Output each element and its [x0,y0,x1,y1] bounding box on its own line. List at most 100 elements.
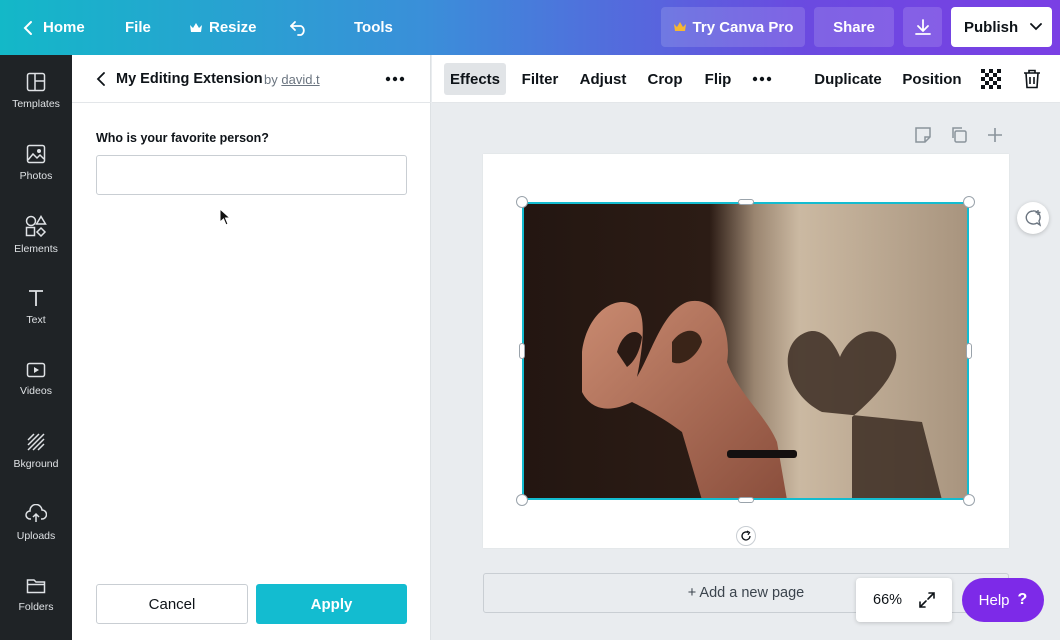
extension-panel: My Editing Extension by david.t Who is y… [72,55,431,640]
adjust-button[interactable]: Adjust [576,63,630,95]
text-icon [29,290,43,306]
favorite-person-label: Who is your favorite person? [96,131,269,145]
rotate-icon [741,530,751,541]
transparency-button[interactable] [980,63,1002,95]
position-label: Position [902,70,962,88]
selection-frame [522,202,969,500]
rail-item-templates[interactable]: Templates [0,55,72,127]
resize-handle-right[interactable] [966,343,972,359]
resize-handle-left[interactable] [519,343,525,359]
try-pro-label: Try Canva Pro [692,18,794,36]
undo-button[interactable] [289,0,309,55]
panel-byline: by david.t [264,72,320,87]
undo-icon [290,20,305,36]
resize-handle-bottom[interactable] [738,497,754,503]
resize-handle-bottom-left[interactable] [516,494,528,506]
publish-button[interactable]: Publish [951,7,1052,47]
publish-label: Publish [964,18,1019,36]
rail-item-background[interactable]: Bkground [0,415,72,487]
favorite-person-input[interactable] [96,155,407,195]
add-page-icon[interactable] [986,126,1004,144]
uploads-icon [25,504,47,522]
rail-item-text[interactable]: Text [0,271,72,343]
more-options-icon [752,76,772,82]
mouse-cursor-icon [219,208,231,226]
crown-icon [673,22,686,31]
elements-icon [25,215,47,237]
folders-icon [26,579,46,594]
tools-label: Tools [354,19,393,36]
resize-handle-top[interactable] [738,199,754,205]
crown-icon [190,22,202,32]
flip-button[interactable]: Flip [698,63,738,95]
rail-item-elements[interactable]: Elements [0,199,72,271]
file-menu[interactable]: File [125,0,151,55]
rail-item-videos[interactable]: Videos [0,343,72,415]
file-label: File [125,19,151,36]
download-button[interactable] [903,7,942,47]
filter-button[interactable]: Filter [516,63,564,95]
rail-label: Folders [18,601,54,613]
rail-item-photos[interactable]: Photos [0,127,72,199]
rail-label: Templates [12,98,60,110]
home-button[interactable]: Home [22,0,85,55]
rail-label: Uploads [16,530,56,542]
resize-button[interactable]: Resize [189,0,257,55]
duplicate-button[interactable]: Duplicate [812,63,884,95]
rail-label: Elements [14,243,58,255]
more-options-icon[interactable] [385,76,405,82]
adjust-label: Adjust [579,70,627,88]
add-comment-button[interactable] [1017,202,1049,234]
share-button[interactable]: Share [814,7,894,47]
delete-button[interactable] [1020,63,1044,95]
filter-label: Filter [521,70,559,88]
top-bar: Home File Resize Tools Try Canva Pro Sha… [0,0,1060,55]
by-label: by [264,72,278,87]
crop-label: Crop [647,70,683,88]
chevron-left-icon [23,20,32,35]
add-page-label: + Add a new page [687,585,805,601]
crop-button[interactable]: Crop [644,63,686,95]
position-button[interactable]: Position [902,63,962,95]
transparency-icon [981,69,1001,89]
fullscreen-icon[interactable] [918,591,936,609]
resize-handle-top-left[interactable] [516,196,528,208]
comment-add-icon [1025,210,1042,227]
rotate-handle[interactable] [736,526,756,546]
photos-icon [26,144,46,164]
tools-menu[interactable]: Tools [354,0,393,55]
page-notes-icon[interactable] [914,126,932,144]
rail-label: Photos [19,170,53,182]
apply-button[interactable]: Apply [256,584,407,624]
more-tools-button[interactable] [750,63,774,95]
back-chevron-icon[interactable] [96,72,106,86]
effects-button[interactable]: Effects [444,63,506,95]
author-link[interactable]: david.t [281,72,319,87]
rail-item-folders[interactable]: Folders [0,559,72,631]
videos-icon [26,362,46,378]
zoom-level: 66% [873,592,903,608]
resize-label: Resize [209,19,257,36]
rail-item-uploads[interactable]: Uploads [0,487,72,559]
templates-icon [26,72,46,92]
rail-label: Bkground [13,458,59,470]
editor-toolbar: Effects Filter Adjust Crop Flip Duplicat… [432,55,1060,103]
resize-handle-bottom-right[interactable] [963,494,975,506]
background-icon [27,433,45,451]
cancel-button[interactable]: Cancel [96,584,248,624]
zoom-control[interactable]: 66% [856,578,952,622]
try-canva-pro-button[interactable]: Try Canva Pro [661,7,805,47]
help-button[interactable]: Help ? [962,578,1044,622]
download-icon [914,19,931,35]
left-rail: Templates Photos Elements Text Videos Bk… [0,55,72,640]
share-label: Share [833,18,875,36]
panel-header: My Editing Extension by david.t [72,55,431,103]
effects-label: Effects [449,70,501,88]
panel-title: My Editing Extension [116,71,263,87]
duplicate-page-icon[interactable] [950,126,968,144]
home-label: Home [43,19,85,36]
rail-label: Text [26,314,46,326]
resize-handle-top-right[interactable] [963,196,975,208]
chevron-down-icon [1030,23,1043,31]
help-question-icon: ? [1017,591,1028,608]
